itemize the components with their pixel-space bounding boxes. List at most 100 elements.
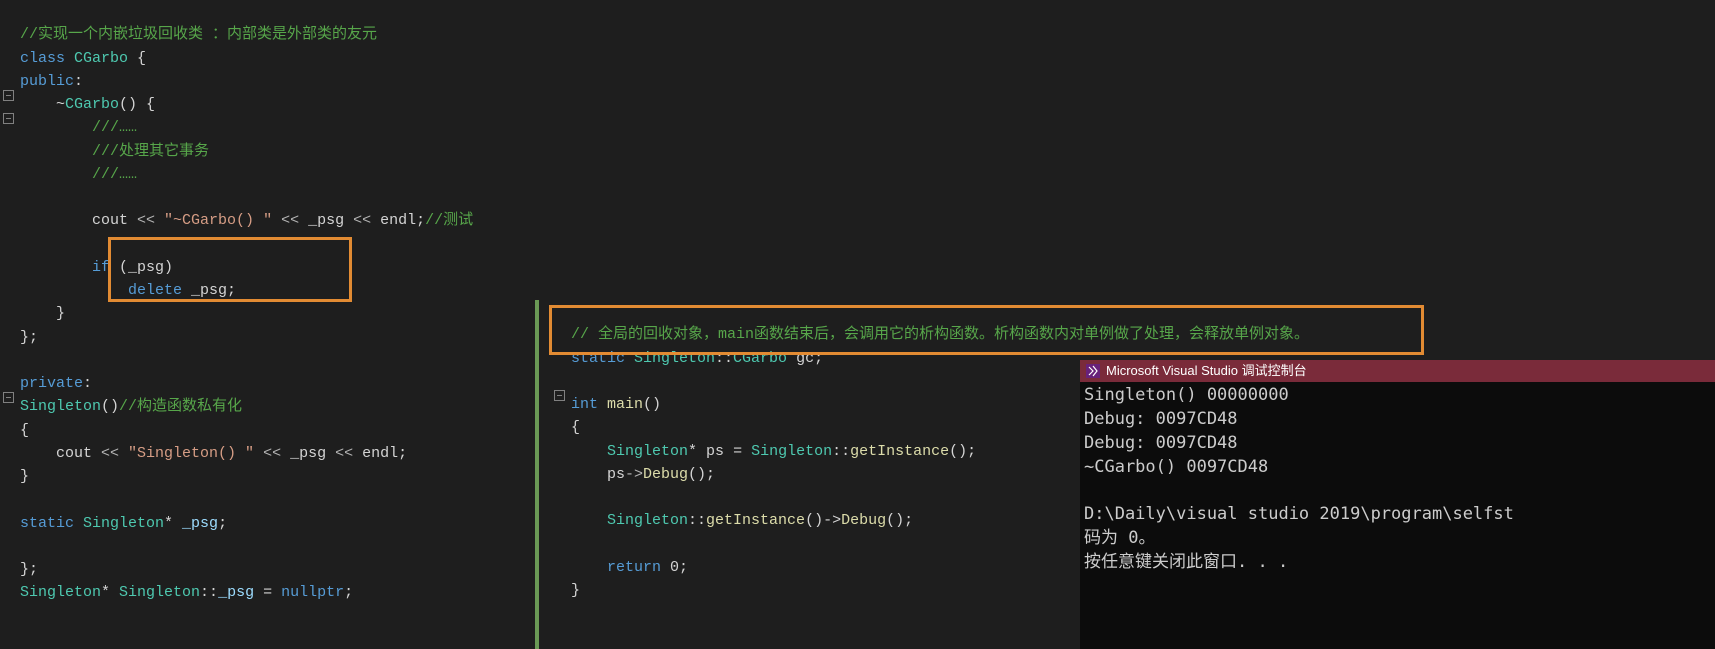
text: * bbox=[164, 515, 182, 532]
text: endl; bbox=[353, 445, 407, 462]
text: ps bbox=[571, 466, 625, 483]
field: _psg bbox=[182, 515, 218, 532]
indent bbox=[571, 559, 607, 576]
brace: }; bbox=[20, 561, 38, 578]
function: Debug bbox=[841, 512, 886, 529]
keyword: return bbox=[607, 559, 661, 576]
text: ~ bbox=[20, 96, 65, 113]
text: cout bbox=[20, 445, 101, 462]
text: = bbox=[254, 584, 281, 601]
indent bbox=[571, 443, 607, 460]
scope-op: :: bbox=[688, 512, 706, 529]
function: getInstance bbox=[706, 512, 805, 529]
fold-icon[interactable] bbox=[3, 90, 14, 101]
operator: << bbox=[335, 445, 353, 462]
keyword: class bbox=[20, 50, 65, 67]
fold-icon[interactable] bbox=[554, 390, 565, 401]
text: () bbox=[101, 398, 119, 415]
semicolon: ; bbox=[218, 515, 227, 532]
code-editor-left[interactable]: //实现一个内嵌垃圾回收类 ：内部类是外部类的友元 class CGarbo {… bbox=[0, 0, 535, 649]
vs-icon bbox=[1086, 364, 1100, 378]
console-output[interactable]: Singleton() 00000000 Debug: 0097CD48 Deb… bbox=[1080, 382, 1715, 576]
type-name: CGarbo bbox=[65, 96, 119, 113]
text: = bbox=[724, 443, 751, 460]
identifier: ps bbox=[706, 443, 724, 460]
brace: { bbox=[571, 419, 580, 436]
type-name: Singleton bbox=[20, 398, 101, 415]
indent bbox=[571, 512, 607, 529]
keyword: public bbox=[20, 73, 74, 90]
operator: << bbox=[281, 212, 299, 229]
scope-op: :: bbox=[832, 443, 850, 460]
type-name: Singleton bbox=[119, 584, 200, 601]
operator: << bbox=[101, 445, 119, 462]
fold-icon[interactable] bbox=[3, 113, 14, 124]
type-name: CGarbo bbox=[65, 50, 137, 67]
type-name: Singleton bbox=[607, 443, 688, 460]
type-name: Singleton bbox=[607, 512, 688, 529]
comment-line: ///…… bbox=[20, 166, 137, 183]
field: _psg bbox=[218, 584, 254, 601]
colon: : bbox=[83, 375, 92, 392]
console-line: Debug: 0097CD48 bbox=[1084, 409, 1238, 429]
brace: { bbox=[20, 422, 29, 439]
console-titlebar[interactable]: Microsoft Visual Studio 调试控制台 bbox=[1080, 360, 1715, 382]
text: 0; bbox=[661, 559, 688, 576]
text: () { bbox=[119, 96, 155, 113]
code-content-left[interactable]: //实现一个内嵌垃圾回收类 ：内部类是外部类的友元 class CGarbo {… bbox=[18, 0, 535, 649]
brace: } bbox=[20, 468, 29, 485]
type-name: Singleton bbox=[20, 584, 101, 601]
identifier: _psg bbox=[281, 445, 335, 462]
highlight-box bbox=[549, 305, 1424, 355]
string-literal: "~CGarbo() " bbox=[155, 212, 281, 229]
comment-line: //实现一个内嵌垃圾回收类 ：内部类是外部类的友元 bbox=[20, 26, 377, 43]
type-name: Singleton bbox=[74, 515, 164, 532]
colon: : bbox=[74, 73, 83, 90]
brace: { bbox=[137, 50, 146, 67]
brace: } bbox=[20, 305, 65, 322]
operator: << bbox=[263, 445, 281, 462]
keyword: static bbox=[20, 515, 74, 532]
semicolon: ; bbox=[344, 584, 353, 601]
highlight-box bbox=[108, 237, 352, 302]
comment-line: //测试 bbox=[425, 212, 473, 229]
function: getInstance bbox=[850, 443, 949, 460]
text: * bbox=[688, 443, 706, 460]
text: (); bbox=[688, 466, 715, 483]
keyword: if bbox=[20, 259, 110, 276]
text: (); bbox=[886, 512, 913, 529]
function: Debug bbox=[643, 466, 688, 483]
identifier: _psg bbox=[299, 212, 353, 229]
brace: } bbox=[571, 582, 580, 599]
function: main bbox=[598, 396, 643, 413]
type-name: Singleton bbox=[751, 443, 832, 460]
text: ()-> bbox=[805, 512, 841, 529]
console-title-text: Microsoft Visual Studio 调试控制台 bbox=[1106, 362, 1307, 380]
debug-console[interactable]: Microsoft Visual Studio 调试控制台 Singleton(… bbox=[1080, 360, 1715, 649]
comment-line: ///…… bbox=[20, 119, 137, 136]
keyword: int bbox=[571, 396, 598, 413]
text: endl; bbox=[371, 212, 425, 229]
comment-line: ///处理其它事务 bbox=[20, 143, 209, 160]
text: * bbox=[101, 584, 119, 601]
operator: -> bbox=[625, 466, 643, 483]
brace: }; bbox=[20, 329, 38, 346]
operator: << bbox=[353, 212, 371, 229]
fold-icon[interactable] bbox=[3, 392, 14, 403]
scope-op: :: bbox=[200, 584, 218, 601]
console-line: 码为 0。 bbox=[1084, 528, 1155, 548]
text: cout bbox=[20, 212, 137, 229]
keyword: nullptr bbox=[281, 584, 344, 601]
comment-line: //构造函数私有化 bbox=[119, 398, 242, 415]
console-line: D:\Daily\visual studio 2019\program\self… bbox=[1084, 504, 1514, 524]
console-line: ~CGarbo() 0097CD48 bbox=[1084, 457, 1268, 477]
gutter-left bbox=[0, 0, 18, 649]
console-line: 按任意键关闭此窗口. . . bbox=[1084, 552, 1288, 572]
string-literal: "Singleton() " bbox=[119, 445, 263, 462]
text: (); bbox=[949, 443, 976, 460]
console-line: Singleton() 00000000 bbox=[1084, 385, 1289, 405]
console-line: Debug: 0097CD48 bbox=[1084, 433, 1238, 453]
keyword: private bbox=[20, 375, 83, 392]
operator: << bbox=[137, 212, 155, 229]
paren: () bbox=[643, 396, 661, 413]
